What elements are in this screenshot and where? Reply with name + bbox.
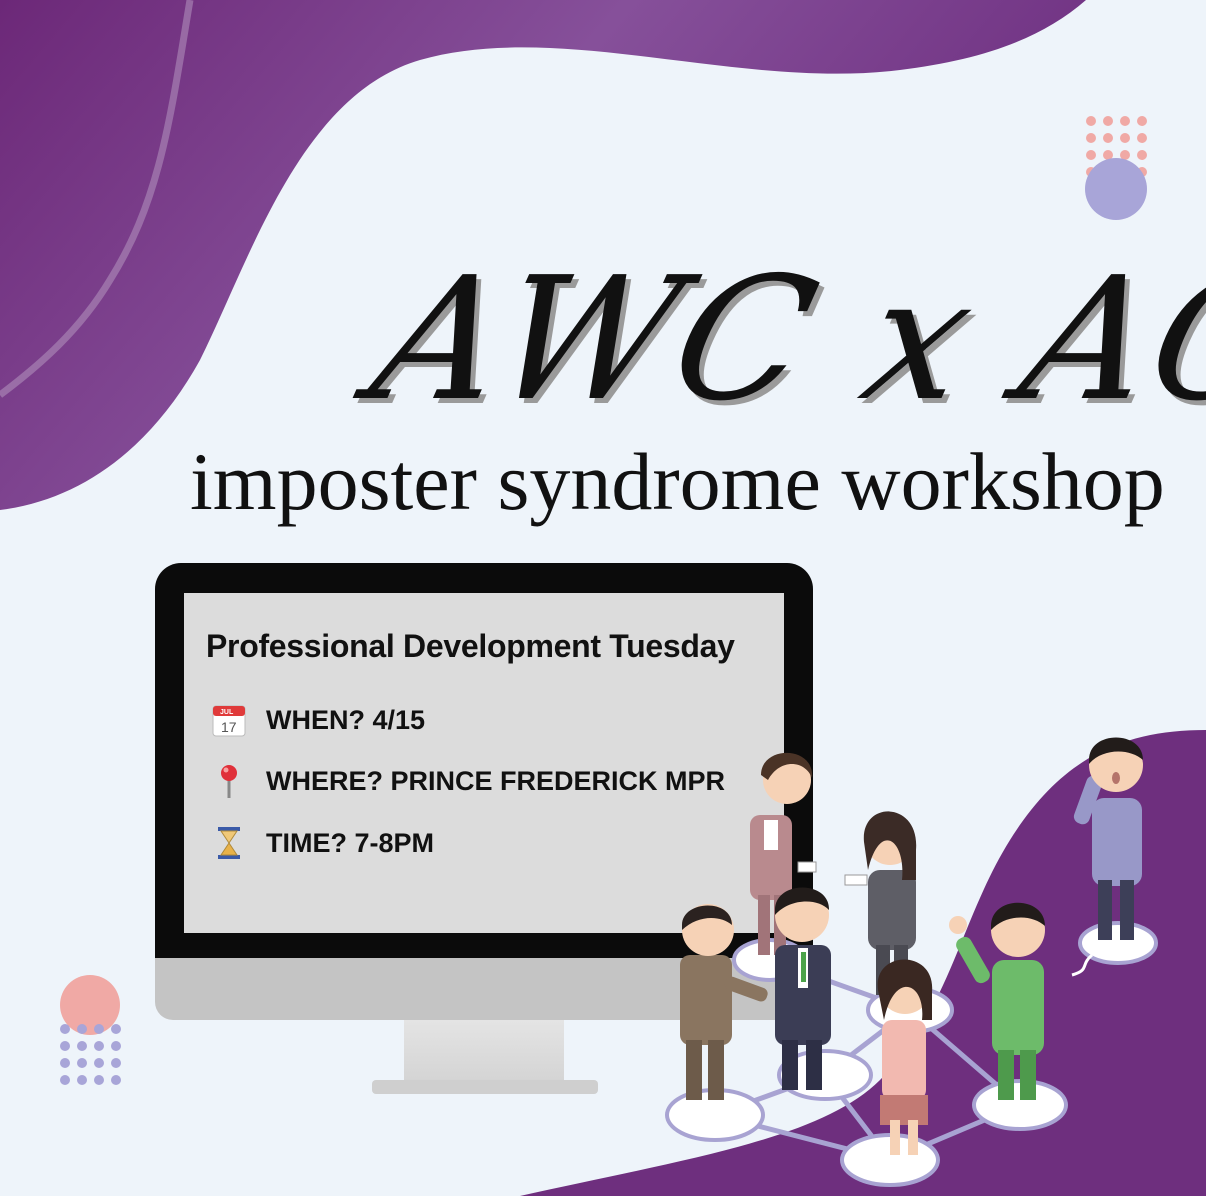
decorative-dot [77,1024,87,1034]
people-network-illustration [665,737,1158,1187]
decorative-dot [60,1024,70,1034]
monitor-stand [404,1020,564,1082]
decorative-dot [1086,133,1096,143]
decorative-dot [60,1041,70,1051]
time-row: TIME? 7-8PM [210,823,434,863]
calendar-month: JUL [220,709,234,716]
pin-icon [210,762,248,800]
decorative-dot [1137,133,1147,143]
decorative-dot [77,1041,87,1051]
decorative-dot [111,1041,121,1051]
decorative-dot [94,1041,104,1051]
decorative-dot [94,1075,104,1085]
decorative-dot [94,1058,104,1068]
monitor-base [372,1080,598,1094]
when-text: WHEN? 4/15 [266,704,426,735]
circle-top-right [1085,158,1147,220]
hourglass-icon [210,824,248,862]
decorative-dot [1103,133,1113,143]
decorative-dot [94,1024,104,1034]
decorative-dot [1103,116,1113,126]
event-flyer: AWC x ACES imposter syndrome workshop Pr… [0,0,1206,1196]
decorative-dot [60,1058,70,1068]
calendar-icon: JUL 17 [210,701,248,739]
workshop-subtitle: imposter syndrome workshop [190,436,1165,527]
decorative-dot [1137,116,1147,126]
decorative-dot [1137,150,1147,160]
decorative-dot [77,1058,87,1068]
decorative-dot [1086,116,1096,126]
event-heading: Professional Development Tuesday [206,628,735,664]
time-text: TIME? 7-8PM [266,827,435,858]
decorative-dot [60,1075,70,1085]
calendar-day: 17 [221,719,237,735]
decorative-dot [1120,116,1130,126]
dot-grid-bottom-left [60,1024,121,1085]
decorative-dot [111,1024,121,1034]
decorative-dot [1120,133,1130,143]
decorative-dot [111,1075,121,1085]
when-row: JUL 17 WHEN? 4/15 [210,700,425,740]
script-title: AWC x ACES [355,241,1206,439]
decorative-dot [111,1058,121,1068]
decorative-dot [77,1075,87,1085]
decorative-dot [1086,150,1096,160]
